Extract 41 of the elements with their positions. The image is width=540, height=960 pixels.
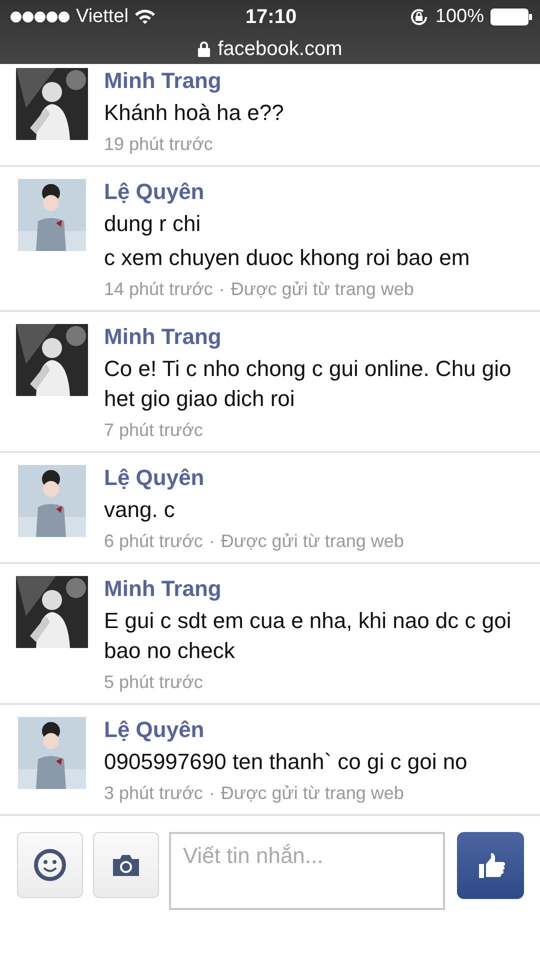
message-text: dung r chi	[104, 210, 202, 238]
like-button[interactable]	[457, 832, 524, 899]
emoji-button[interactable]	[17, 832, 83, 898]
message-time: 3 phút trước	[104, 783, 203, 804]
message-input[interactable]: Viết tin nhắn...	[169, 832, 445, 910]
message-text: vang. c	[104, 496, 176, 524]
message-text: Co e! Ti c nho chong c gui online. Chu gio het gio giao dich roi	[104, 355, 512, 413]
sender-name[interactable]: Lệ Quyên	[104, 465, 404, 491]
battery-percent: 100%	[435, 6, 484, 28]
message-text: E gui c sdt em cua e nha, khi nao dc c goi bao no check	[104, 607, 512, 665]
sender-name[interactable]: Lệ Quyên	[104, 717, 468, 743]
message-time: 7 phút trước	[104, 420, 203, 441]
message-source: Được gửi từ trang web	[230, 279, 414, 300]
message-text: 0905997690 ten thanh` co gi c goi no	[104, 748, 468, 776]
clock-time: 17:10	[245, 6, 297, 28]
address-url[interactable]: facebook.com	[218, 38, 342, 60]
camera-icon	[111, 853, 141, 877]
message-text: Khánh hoà ha e??	[104, 99, 284, 127]
message-text: c xem chuyen duoc khong roi bao em	[104, 244, 470, 272]
camera-button[interactable]	[93, 832, 159, 898]
message-time: 19 phút trước	[104, 134, 213, 155]
separator-dot: ·	[218, 279, 225, 300]
message-source: Được gửi từ trang web	[220, 531, 404, 552]
sender-name[interactable]: Minh Trang	[104, 324, 528, 350]
message-source: Được gửi từ trang web	[220, 783, 404, 804]
smiley-icon	[33, 848, 67, 882]
separator-dot: ·	[208, 783, 215, 804]
message-time: 14 phút trước	[104, 279, 213, 300]
wifi-icon	[134, 9, 156, 25]
carrier-name: Viettel	[76, 6, 128, 28]
sender-name[interactable]: Minh Trang	[104, 68, 284, 94]
rotation-lock-icon	[409, 7, 430, 27]
message-time: 6 phút trước	[104, 531, 203, 552]
lock-icon	[198, 41, 210, 57]
message-time: 5 phút trước	[104, 672, 203, 693]
separator-dot: ·	[208, 531, 215, 552]
thumbs-up-icon	[476, 852, 504, 880]
sender-name[interactable]: Lệ Quyên	[104, 179, 470, 205]
signal-icon	[10, 11, 70, 23]
battery-icon	[490, 8, 532, 26]
sender-name[interactable]: Minh Trang	[104, 576, 528, 602]
